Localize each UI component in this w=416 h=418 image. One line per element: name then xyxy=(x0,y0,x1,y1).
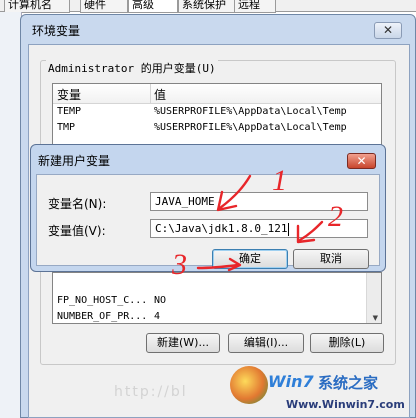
watermark-url-text: http://bl xyxy=(114,384,188,400)
annotation-number-two: 2 xyxy=(328,200,343,233)
arrow-to-value-field xyxy=(298,220,324,242)
watermark-logo-icon xyxy=(230,366,268,404)
arrow-to-name-field xyxy=(218,174,252,210)
annotation-number-three: 3 xyxy=(171,248,187,281)
watermark-brand-cn: 系统之家 xyxy=(318,374,379,392)
annotation-overlay: 1 2 3 xyxy=(171,164,343,281)
watermark-site: Www.Winwin7.com xyxy=(286,398,405,411)
watermark-brand: Win7 xyxy=(268,372,314,391)
annotation-number-one: 1 xyxy=(272,164,287,197)
